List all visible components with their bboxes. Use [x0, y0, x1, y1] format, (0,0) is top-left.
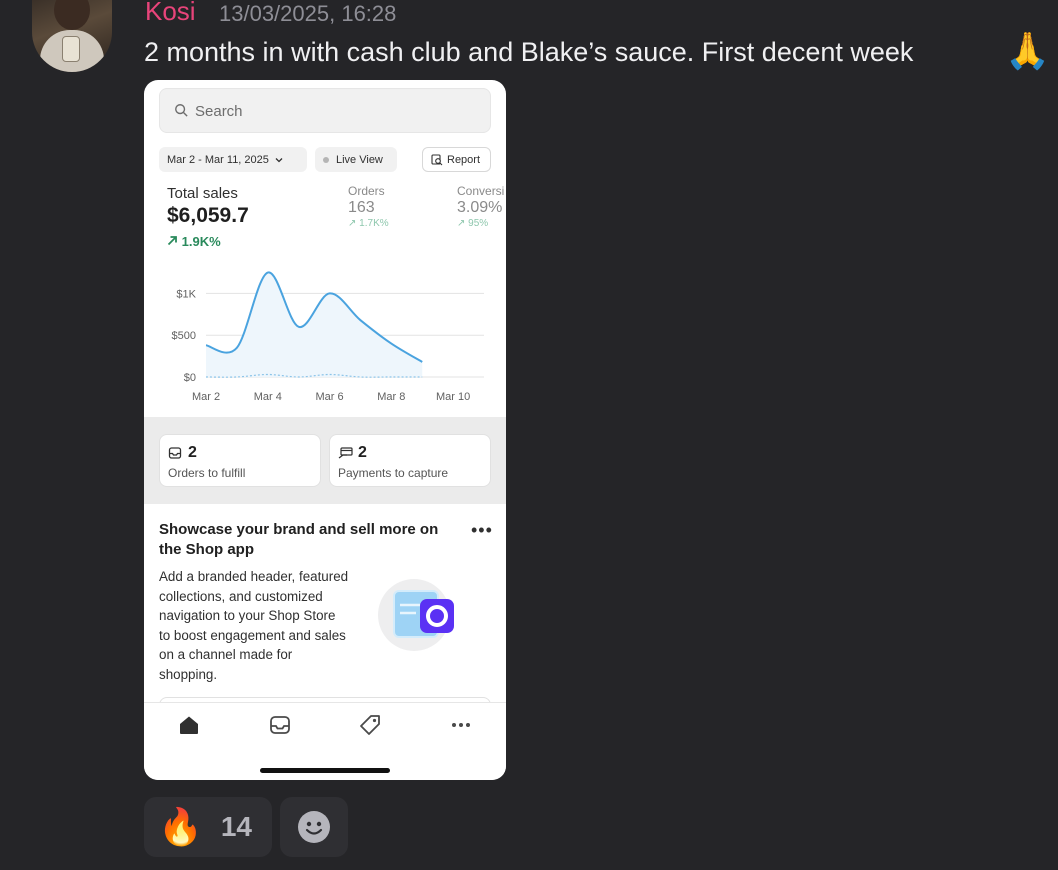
x-tick-label: Mar 10 [436, 391, 470, 403]
home-indicator [260, 768, 390, 773]
series-area [206, 272, 423, 377]
inbox-icon [168, 447, 182, 459]
orders-label: Orders [348, 184, 385, 198]
total-sales-change-value: 1.9K% [181, 234, 221, 249]
payment-icon [338, 447, 353, 459]
more-options-icon: ••• [471, 520, 493, 540]
total-sales-change: 1.9K% [167, 234, 221, 249]
y-tick-label: $1K [176, 288, 196, 300]
conversion-value: 3.09% [457, 199, 503, 216]
report-icon [431, 153, 443, 165]
fire-icon: 🔥 [158, 806, 203, 847]
orders-to-fulfill-label: Orders to fulfill [168, 466, 246, 480]
live-view-chip: Live View [315, 147, 397, 172]
orders-icon [270, 716, 290, 734]
x-tick-label: Mar 4 [254, 391, 282, 403]
search-icon [175, 104, 188, 117]
report-label: Report [447, 153, 481, 166]
more-icon [452, 723, 470, 727]
products-icon [360, 715, 380, 735]
add-reaction-button[interactable] [280, 797, 348, 857]
home-icon [180, 716, 198, 734]
avatar[interactable] [32, 0, 112, 72]
search-bar: Search [159, 88, 491, 133]
total-sales-value: $6,059.7 [167, 204, 249, 227]
orders-value: 163 [348, 199, 375, 216]
pray-emoji: 🙏 [1005, 30, 1050, 71]
x-tick-label: Mar 2 [192, 391, 220, 403]
orders-change: ↗ 1.7K% [348, 218, 389, 229]
message-timestamp: 13/03/2025, 16:28 [219, 1, 397, 26]
message-text: 2 months in with cash club and Blake’s s… [144, 37, 914, 67]
avatar-phone [62, 36, 80, 62]
smiley-icon [298, 811, 330, 843]
x-tick-label: Mar 8 [377, 391, 405, 403]
conversion-label: Conversi [457, 184, 505, 198]
shop-app-illustration [378, 579, 454, 651]
promo-body: Add a branded header, featured collectio… [159, 569, 349, 682]
payments-to-capture-card: 2 Payments to capture [329, 434, 491, 487]
avatar-face [54, 0, 90, 30]
y-tick-label: $500 [172, 330, 196, 342]
total-sales-label: Total sales [167, 185, 238, 202]
live-dot [323, 156, 329, 163]
sales-chart: $0 $500 $1K Mar 2 Mar 4 Mar 6 Mar 8 Mar 10 [172, 271, 484, 403]
promo-title: Showcase your brand and sell more on the… [159, 521, 439, 558]
report-chip: Report [422, 147, 491, 172]
chevron-down-icon [275, 157, 283, 162]
orders-change-value: 1.7K% [359, 218, 389, 229]
orders-to-fulfill-count: 2 [188, 444, 197, 461]
tab-bar [144, 702, 506, 780]
payments-to-capture-count: 2 [358, 444, 367, 461]
orders-to-fulfill-card: 2 Orders to fulfill [159, 434, 321, 487]
date-range-chip: Mar 2 - Mar 11, 2025 [159, 147, 307, 172]
x-tick-label: Mar 6 [315, 391, 343, 403]
y-tick-label: $0 [184, 372, 196, 384]
live-view-label: Live View [336, 153, 383, 166]
arrow-up-right-icon [167, 236, 177, 246]
reaction-fire[interactable]: 🔥 14 [144, 797, 272, 857]
author-name[interactable]: Kosi [145, 0, 196, 27]
reaction-count: 14 [220, 811, 252, 842]
attached-screenshot[interactable]: Search Mar 2 - Mar 11, 2025 Live View Re… [144, 80, 506, 780]
search-placeholder: Search [195, 103, 243, 120]
payments-to-capture-label: Payments to capture [338, 466, 449, 480]
date-range-label: Mar 2 - Mar 11, 2025 [167, 153, 269, 166]
conversion-change: ↗ 95% [457, 218, 489, 229]
conversion-change-value: 95% [468, 218, 489, 229]
